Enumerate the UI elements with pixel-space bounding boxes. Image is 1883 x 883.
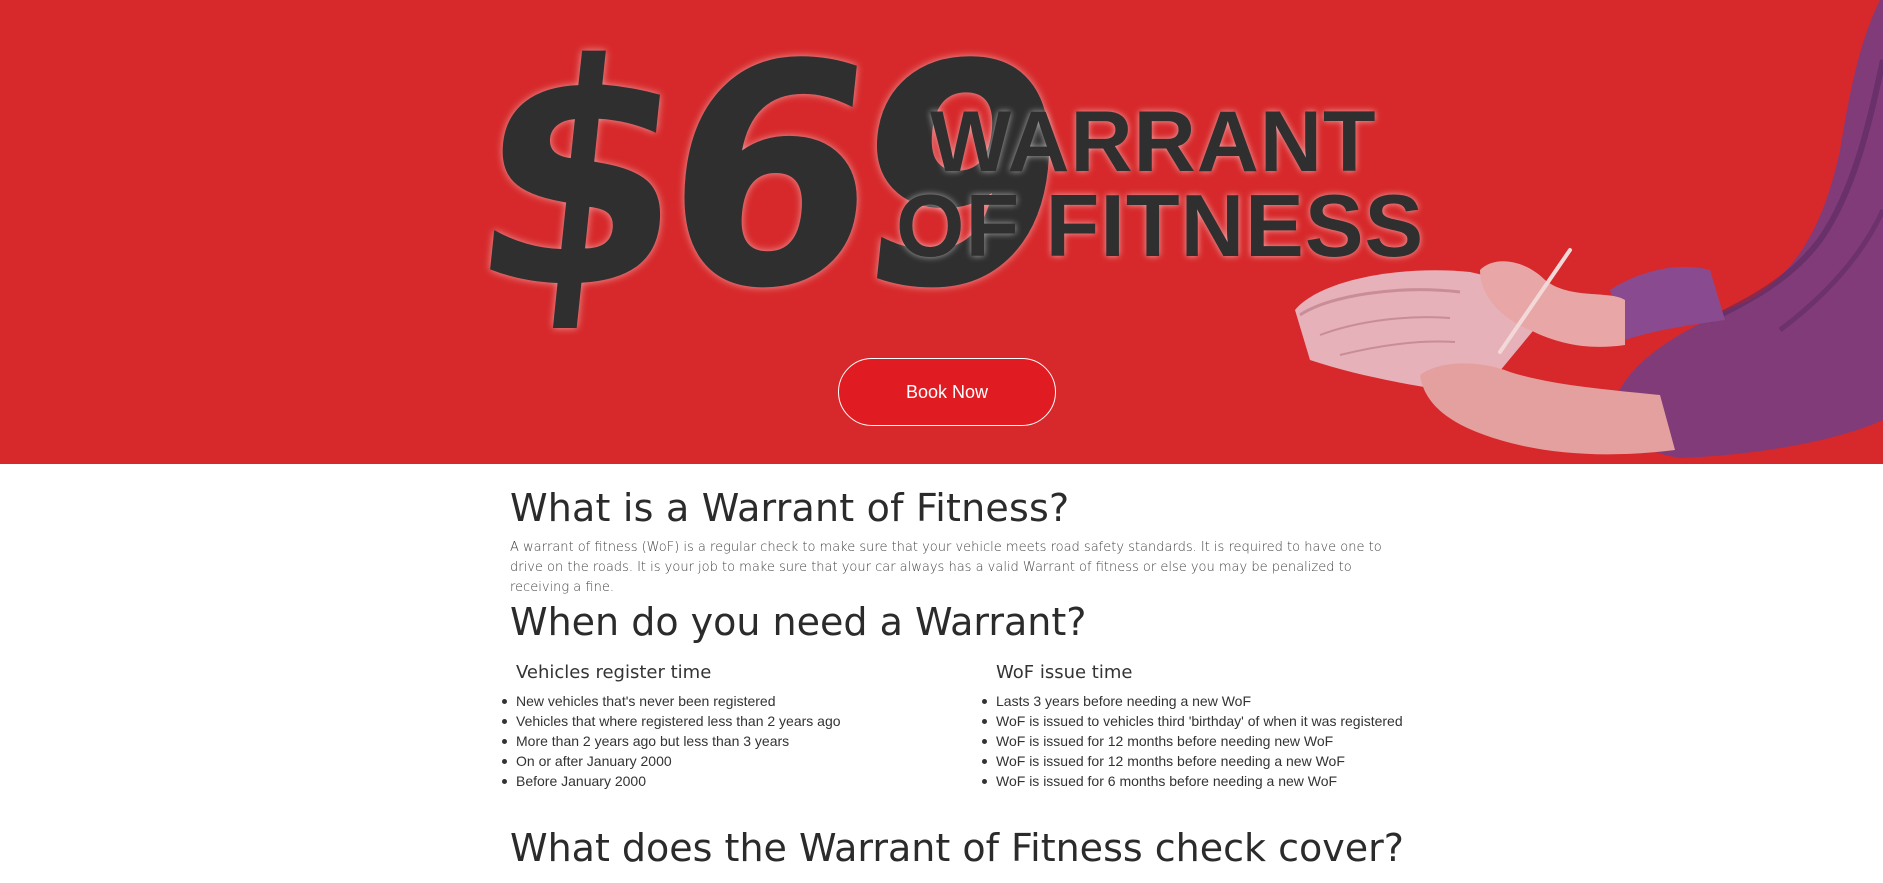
heading-when-need-warrant: When do you need a Warrant? [510, 600, 1087, 644]
register-time-list: New vehicles that's never been registere… [502, 691, 976, 791]
list-item: New vehicles that's never been registere… [502, 691, 976, 711]
list-item: Lasts 3 years before needing a new WoF [982, 691, 1456, 711]
wof-intro-paragraph: A warrant of fitness (WoF) is a regular … [510, 540, 1382, 595]
register-time-heading: Vehicles register time [516, 662, 712, 683]
hero-banner: $69 WARRANT OF FITNESS Book Now [0, 0, 1883, 464]
inspector-hand-image [1295, 0, 1883, 458]
list-item: Before January 2000 [502, 771, 976, 791]
list-item: WoF is issued for 6 months before needin… [982, 771, 1456, 791]
issue-time-list: Lasts 3 years before needing a new WoF W… [982, 691, 1456, 791]
issue-time-heading: WoF issue time [996, 662, 1133, 683]
issue-time-column: WoF issue time Lasts 3 years before need… [982, 662, 1456, 791]
heading-what-is-wof: What is a Warrant of Fitness? [510, 486, 1070, 530]
list-item: Vehicles that where registered less than… [502, 711, 976, 731]
list-item: WoF is issued for 12 months before needi… [982, 751, 1456, 771]
register-time-column: Vehicles register time New vehicles that… [502, 662, 976, 791]
list-item: More than 2 years ago but less than 3 ye… [502, 731, 976, 751]
list-item: WoF is issued to vehicles third 'birthda… [982, 711, 1456, 731]
list-item: WoF is issued for 12 months before needi… [982, 731, 1456, 751]
book-now-button[interactable]: Book Now [838, 358, 1056, 426]
list-item: On or after January 2000 [502, 751, 976, 771]
heading-check-covers: What does the Warrant of Fitness check c… [510, 826, 1404, 870]
